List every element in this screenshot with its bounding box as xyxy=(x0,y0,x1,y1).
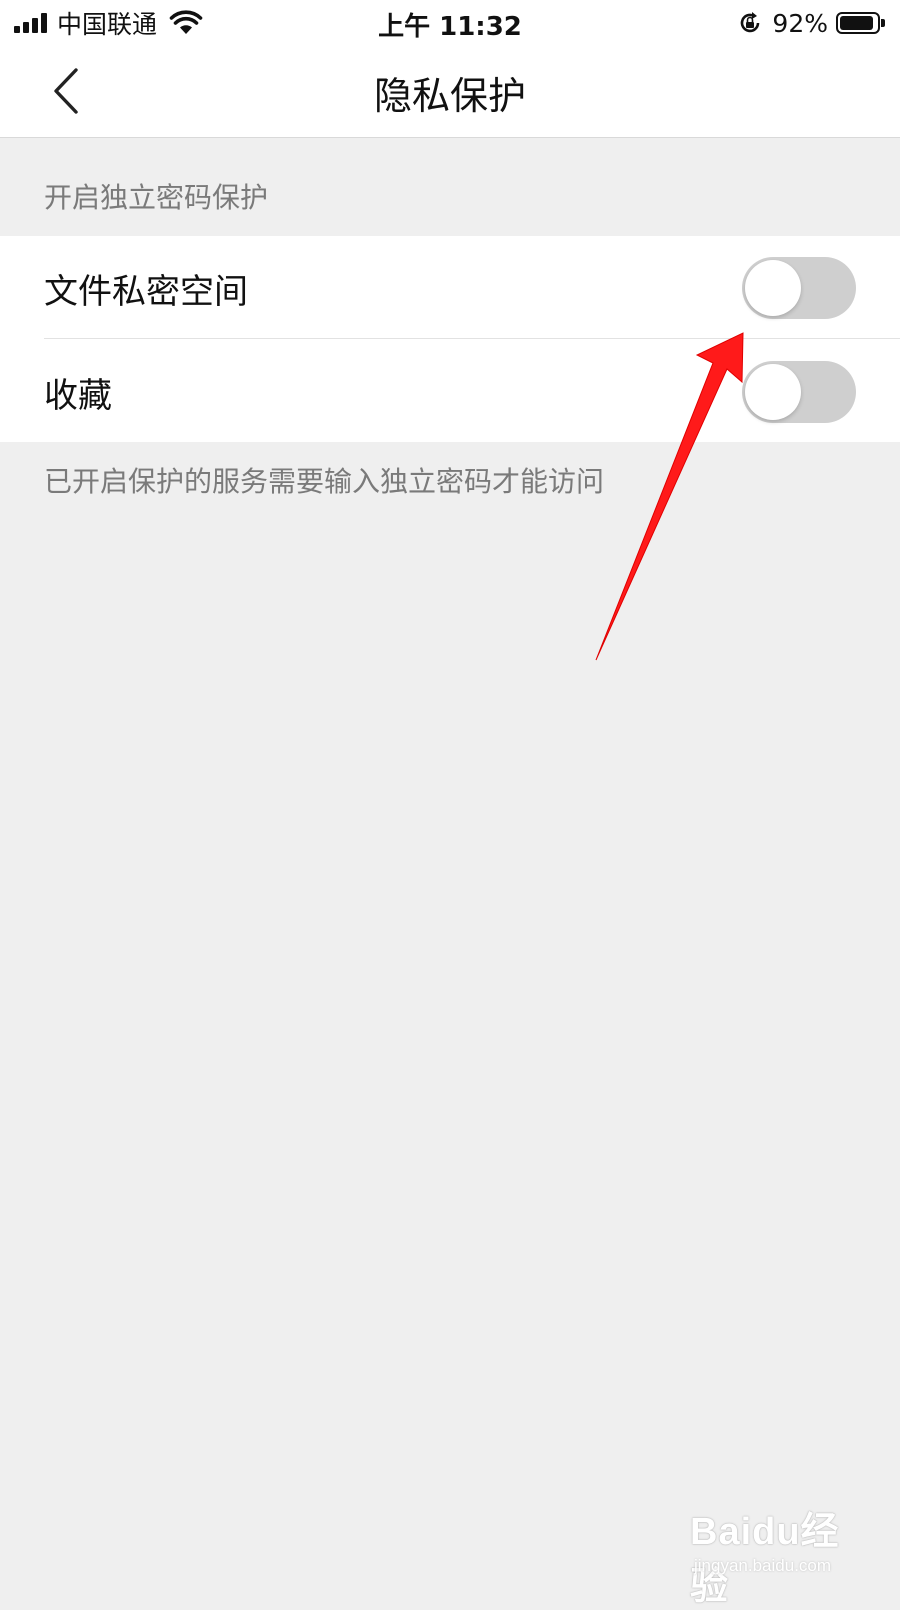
setting-row-favorites[interactable]: 收藏 xyxy=(0,340,900,442)
toggle-knob xyxy=(745,364,801,420)
setting-label-favorites: 收藏 xyxy=(44,376,112,416)
settings-group: 文件私密空间 收藏 xyxy=(0,236,900,442)
setting-row-private-space[interactable]: 文件私密空间 xyxy=(0,236,900,338)
favorites-toggle[interactable] xyxy=(742,361,856,423)
watermark-logo-text: Baidu经验 xyxy=(690,1511,840,1608)
section-footer-note: 已开启保护的服务需要输入独立密码才能访问 xyxy=(44,465,605,498)
toggle-knob xyxy=(745,260,801,316)
baidu-jingyan-watermark: Baidu经验 jingyan.baidu.com xyxy=(690,1500,870,1608)
setting-label-private-space: 文件私密空间 xyxy=(44,272,248,312)
status-right: 92% xyxy=(736,6,886,40)
battery-percentage: 92% xyxy=(772,8,828,38)
status-bar: 中国联通 上午 11:32 92% xyxy=(0,0,900,45)
battery-icon xyxy=(836,12,885,34)
rotation-lock-icon xyxy=(741,12,760,33)
row-divider xyxy=(44,338,900,339)
navigation-bar: 隐私保护 xyxy=(0,45,900,138)
watermark-url: jingyan.baidu.com xyxy=(694,1556,832,1575)
section-header: 开启独立密码保护 xyxy=(44,181,269,214)
page-title: 隐私保护 xyxy=(373,74,526,118)
private-space-toggle[interactable] xyxy=(742,257,856,319)
